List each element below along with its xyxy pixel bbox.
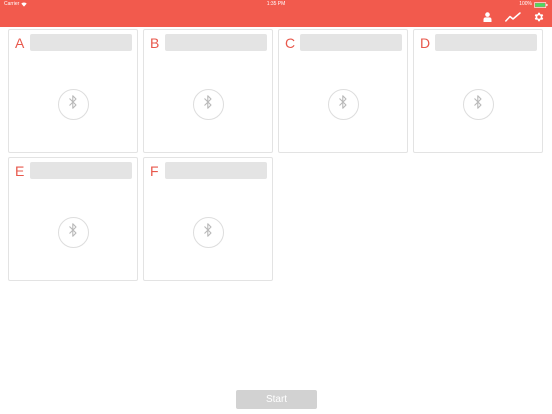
bluetooth-icon bbox=[473, 94, 483, 115]
bluetooth-icon bbox=[68, 94, 78, 115]
battery-icon bbox=[534, 1, 548, 8]
person-icon bbox=[483, 12, 492, 22]
sensor-name-field bbox=[30, 34, 132, 51]
bluetooth-connect-button[interactable] bbox=[327, 89, 359, 120]
sensor-card-f[interactable]: F bbox=[143, 157, 273, 281]
bluetooth-connect-button[interactable] bbox=[462, 89, 494, 120]
sensor-card-e[interactable]: E bbox=[8, 157, 138, 281]
trend-icon bbox=[505, 12, 521, 22]
sensor-letter: A bbox=[15, 35, 25, 51]
bluetooth-connect-button[interactable] bbox=[57, 89, 89, 120]
sensor-letter: D bbox=[420, 35, 431, 51]
bluetooth-icon bbox=[203, 222, 213, 243]
bluetooth-connect-button[interactable] bbox=[192, 217, 224, 248]
header-bar: Carrier 1:35 PM 100% bbox=[0, 0, 552, 27]
sensor-letter: C bbox=[285, 35, 296, 51]
sensor-letter: E bbox=[15, 163, 25, 179]
sensor-letter: B bbox=[150, 35, 160, 51]
sensor-card-d[interactable]: D bbox=[413, 29, 543, 153]
sensor-grid: A B C D E F bbox=[8, 29, 543, 281]
bluetooth-icon bbox=[68, 222, 78, 243]
bluetooth-icon bbox=[338, 94, 348, 115]
battery-percent: 100% bbox=[519, 1, 532, 7]
sensor-card-c[interactable]: C bbox=[278, 29, 408, 153]
sensor-name-field bbox=[300, 34, 402, 51]
status-bar: Carrier 1:35 PM 100% bbox=[0, 0, 552, 9]
bluetooth-icon bbox=[203, 94, 213, 115]
status-time: 1:35 PM bbox=[266, 1, 286, 7]
bluetooth-connect-button[interactable] bbox=[192, 89, 224, 120]
settings-button[interactable] bbox=[532, 10, 546, 24]
start-button[interactable]: Start bbox=[236, 390, 317, 409]
sensor-name-field bbox=[30, 162, 132, 179]
battery-indicator: 100% bbox=[519, 0, 548, 9]
sensor-name-field bbox=[435, 34, 537, 51]
statistics-button[interactable] bbox=[504, 10, 522, 24]
profile-button[interactable] bbox=[480, 10, 494, 24]
sensor-card-a[interactable]: A bbox=[8, 29, 138, 153]
app-root: Carrier 1:35 PM 100% A B C D E F Start bbox=[0, 0, 552, 414]
sensor-letter: F bbox=[150, 163, 159, 179]
gear-icon bbox=[533, 11, 545, 23]
sensor-card-b[interactable]: B bbox=[143, 29, 273, 153]
sensor-name-field bbox=[165, 162, 267, 179]
header-actions bbox=[480, 10, 546, 24]
sensor-name-field bbox=[165, 34, 267, 51]
bluetooth-connect-button[interactable] bbox=[57, 217, 89, 248]
